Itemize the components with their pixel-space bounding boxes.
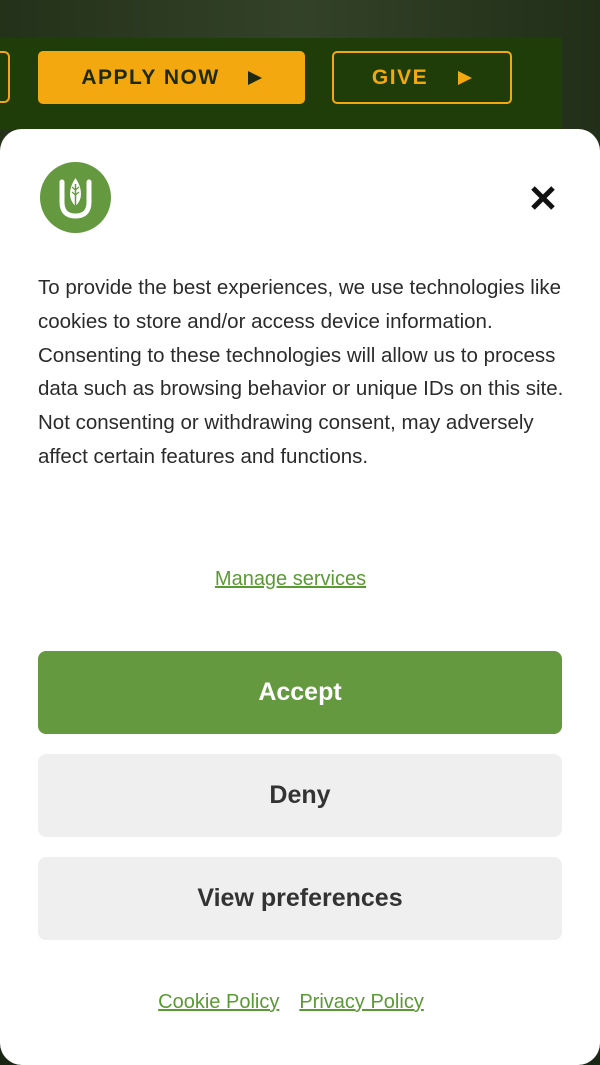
apply-now-button[interactable]: APPLY NOW	[38, 51, 305, 104]
cookie-consent-dialog: To provide the best experiences, we use …	[0, 129, 600, 1065]
manage-services-link[interactable]: Manage services	[0, 568, 581, 591]
arrow-right-icon	[247, 70, 262, 85]
give-label: GIVE	[371, 65, 429, 89]
cookie-policy-link[interactable]: Cookie Policy	[158, 991, 279, 1014]
arrow-right-icon	[458, 70, 473, 85]
deny-button[interactable]: Deny	[38, 754, 562, 837]
close-icon	[531, 186, 555, 210]
consent-message: To provide the best experiences, we use …	[38, 276, 564, 468]
close-button[interactable]	[522, 177, 564, 219]
give-button[interactable]: GIVE	[332, 51, 512, 104]
partially-visible-header-button[interactable]	[0, 51, 10, 103]
privacy-policy-link[interactable]: Privacy Policy	[299, 991, 423, 1014]
apply-now-label: APPLY NOW	[81, 65, 220, 89]
policy-links: Cookie Policy Privacy Policy	[0, 991, 582, 1014]
accept-button[interactable]: Accept	[38, 651, 562, 734]
view-preferences-button[interactable]: View preferences	[38, 857, 562, 940]
university-wheat-logo-icon	[40, 162, 111, 233]
